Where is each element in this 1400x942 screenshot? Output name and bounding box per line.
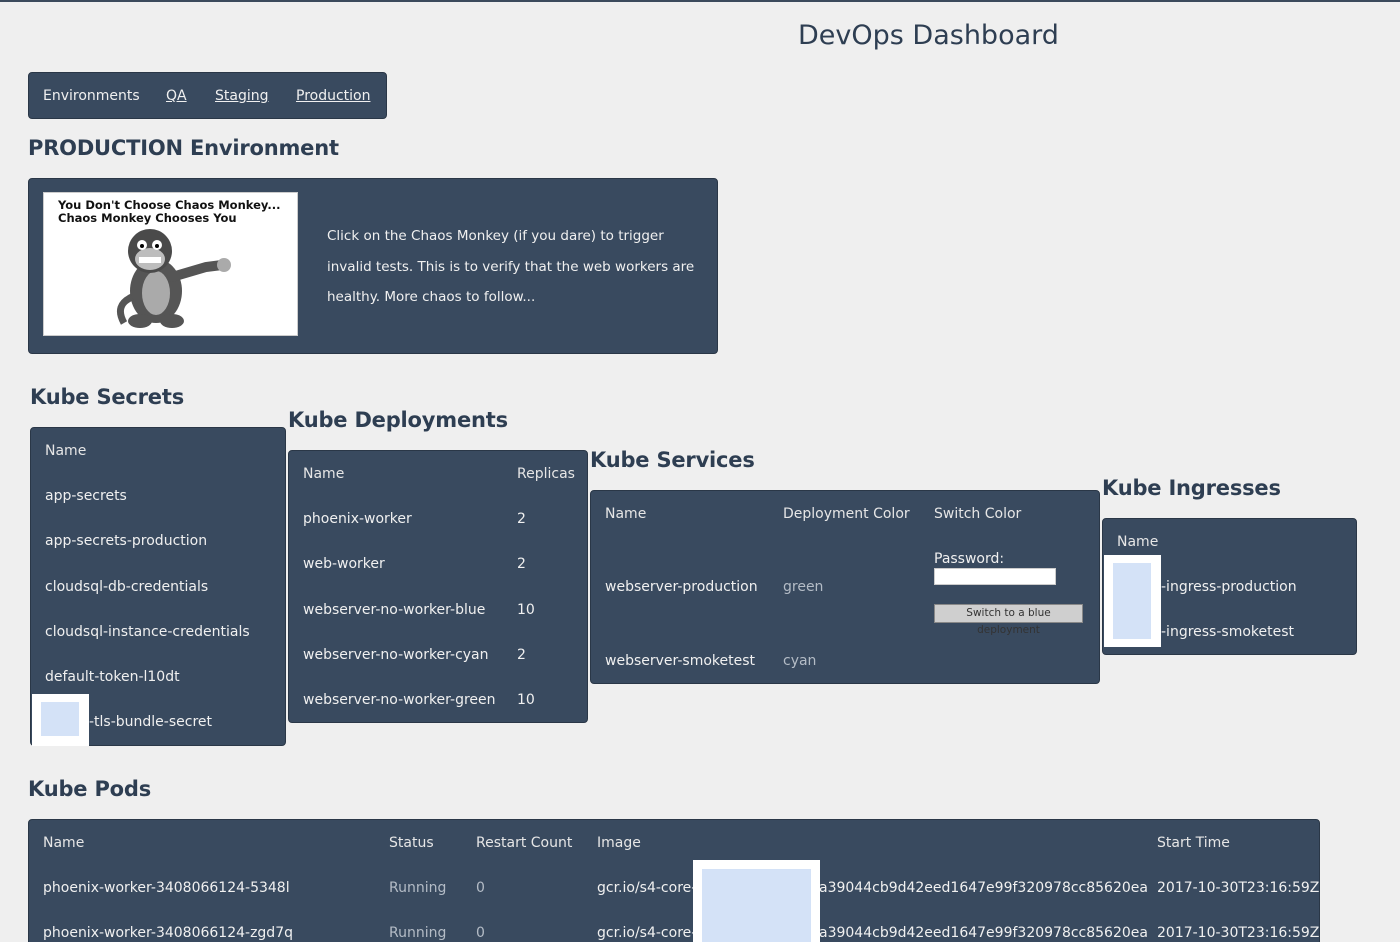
nav-link-staging[interactable]: Staging xyxy=(215,88,269,104)
services-heading: Kube Services xyxy=(590,448,755,472)
secrets-heading: Kube Secrets xyxy=(30,385,184,409)
nav-link-qa[interactable]: QA xyxy=(166,88,187,104)
table-row-image-suffix: a39044cb9d42eed1647e99f320978cc85620ea xyxy=(819,880,1148,896)
table-row-name: webserver-production xyxy=(605,579,758,595)
table-row: -tls-bundle-secret xyxy=(89,714,213,730)
deployments-col-replicas: Replicas xyxy=(517,466,575,482)
pods-col-name: Name xyxy=(43,835,85,851)
chaos-monkey-image[interactable]: You Don't Choose Chaos Monkey... Chaos M… xyxy=(43,192,298,336)
table-row: app-secrets xyxy=(45,488,127,504)
pods-col-status: Status xyxy=(389,835,434,851)
table-row-start: 2017-10-30T23:16:59Z xyxy=(1157,880,1320,896)
table-row: -ingress-smoketest xyxy=(1161,624,1295,640)
nav-link-production[interactable]: Production xyxy=(296,88,370,104)
environment-nav: Environments QA Staging Production xyxy=(28,72,387,119)
table-row-image-prefix: gcr.io/s4-core- xyxy=(597,880,697,896)
table-row: app-secrets-production xyxy=(45,533,208,549)
table-row: default-token-l10dt xyxy=(45,669,180,685)
switch-deployment-button[interactable]: Switch to a blue deployment xyxy=(934,604,1083,636)
deployments-heading: Kube Deployments xyxy=(288,408,508,432)
ingresses-heading: Kube Ingresses xyxy=(1102,476,1281,500)
pods-heading: Kube Pods xyxy=(28,777,151,801)
services-table: Name Deployment Color Switch Color webse… xyxy=(590,490,1100,684)
services-col-switch: Switch Color xyxy=(934,506,1022,522)
table-row-name: phoenix-worker-3408066124-5348l xyxy=(43,880,290,896)
ingresses-col-name: Name xyxy=(1117,534,1159,550)
table-row-name: phoenix-worker-3408066124-zgd7q xyxy=(43,925,293,941)
table-row-replicas: 10 xyxy=(517,692,535,708)
table-row-name: webserver-no-worker-cyan xyxy=(303,647,489,663)
table-row: -ingress-production xyxy=(1161,579,1297,595)
table-row: cloudsql-instance-credentials xyxy=(45,624,250,640)
environment-heading: PRODUCTION Environment xyxy=(28,136,339,160)
table-row-restarts: 0 xyxy=(476,925,485,941)
monkey-icon xyxy=(116,229,231,328)
table-row-replicas: 2 xyxy=(517,511,526,527)
table-row-restarts: 0 xyxy=(476,880,485,896)
redacted-block xyxy=(693,860,820,942)
chaos-description: Click on the Chaos Monkey (if you dare) … xyxy=(327,228,695,305)
table-row-name: webserver-no-worker-green xyxy=(303,692,496,708)
secrets-table: Name app-secrets app-secrets-production … xyxy=(30,427,286,746)
table-row-name: phoenix-worker xyxy=(303,511,412,527)
pods-col-image: Image xyxy=(597,835,641,851)
services-col-color: Deployment Color xyxy=(783,506,910,522)
pods-col-start: Start Time xyxy=(1157,835,1230,851)
page-title: DevOps Dashboard xyxy=(798,20,1059,51)
services-col-name: Name xyxy=(605,506,647,522)
table-row-image-suffix: a39044cb9d42eed1647e99f320978cc85620ea xyxy=(819,925,1148,941)
table-row: cloudsql-db-credentials xyxy=(45,579,209,595)
password-label: Password: xyxy=(934,551,1005,567)
table-row-status: Running xyxy=(389,925,447,941)
table-row-replicas: 2 xyxy=(517,556,526,572)
redacted-block xyxy=(32,694,89,746)
deployments-col-name: Name xyxy=(303,466,345,482)
ingresses-table: Name -ingress-production -ingress-smoket… xyxy=(1102,518,1357,655)
table-row-status: Running xyxy=(389,880,447,896)
table-row-name: webserver-smoketest xyxy=(605,653,756,669)
table-row-start: 2017-10-30T23:16:59Z xyxy=(1157,925,1320,941)
deployments-table: Name Replicas phoenix-worker 2 web-worke… xyxy=(288,450,588,723)
table-row-color: cyan xyxy=(783,653,817,669)
table-row-replicas: 10 xyxy=(517,602,535,618)
chaos-panel: You Don't Choose Chaos Monkey... Chaos M… xyxy=(28,178,718,354)
table-row-name: webserver-no-worker-blue xyxy=(303,602,486,618)
pods-col-restarts: Restart Count xyxy=(476,835,573,851)
nav-label: Environments xyxy=(43,88,140,104)
table-row-name: web-worker xyxy=(303,556,385,572)
table-row-replicas: 2 xyxy=(517,647,526,663)
table-row-color: green xyxy=(783,579,824,595)
secrets-col-name: Name xyxy=(45,443,87,459)
password-input[interactable] xyxy=(934,568,1056,585)
redacted-block xyxy=(1104,555,1161,647)
table-row-image-prefix: gcr.io/s4-core- xyxy=(597,925,697,941)
pods-table: Name Status Restart Count Image Start Ti… xyxy=(28,819,1320,942)
